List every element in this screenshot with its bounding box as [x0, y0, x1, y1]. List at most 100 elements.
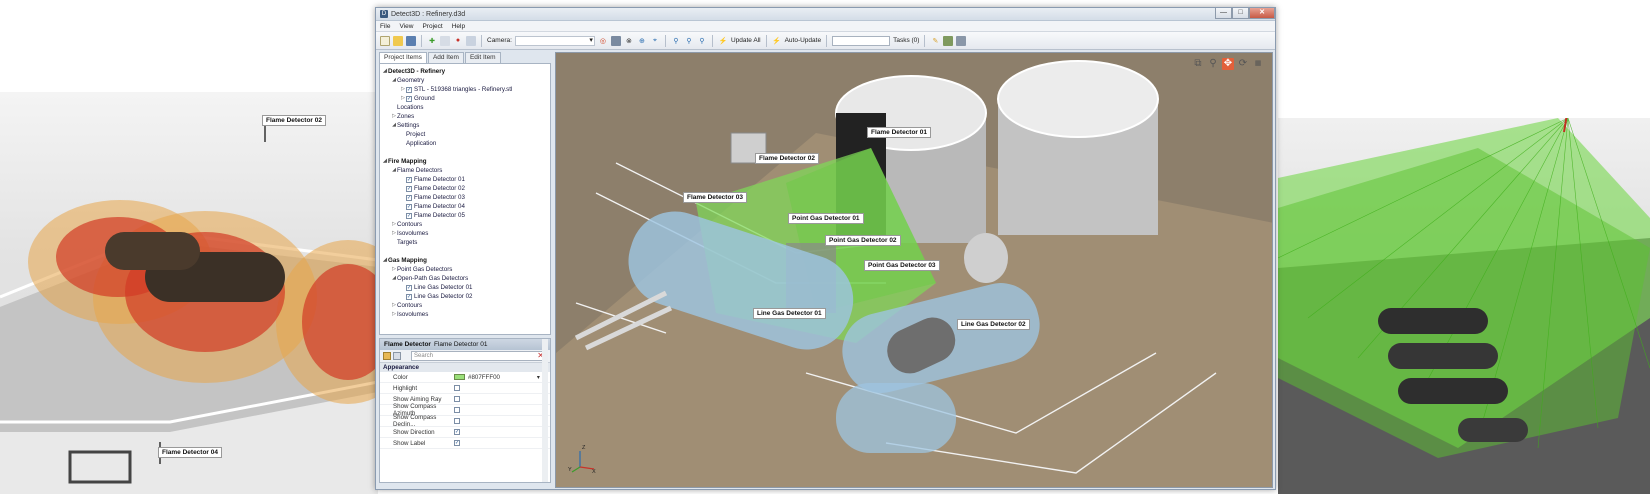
property-scrollbar[interactable]	[542, 339, 548, 482]
menu-view[interactable]: View	[399, 23, 413, 30]
tree-node[interactable]: ✓ Flame Detector 01	[382, 175, 548, 184]
record-icon[interactable]: ●	[453, 36, 463, 46]
auto-update-button[interactable]: Auto-Update	[785, 37, 822, 44]
tree-node[interactable]: ▷ ✓ STL - 519368 triangles - Refinery.stl	[382, 85, 548, 94]
view-grid-icon[interactable]: ▦	[1252, 58, 1264, 70]
tree-node[interactable]: ▷ Isovolumes	[382, 229, 548, 238]
pan-icon[interactable]: ✥	[1222, 58, 1234, 70]
menu-help[interactable]: Help	[452, 23, 465, 30]
tree-node[interactable]	[382, 247, 548, 256]
property-value[interactable]	[454, 407, 550, 413]
rotate-icon[interactable]: ⊕	[637, 36, 647, 46]
property-checkbox[interactable]: ✓	[454, 429, 460, 435]
property-value[interactable]: ✓	[454, 429, 550, 435]
screenshot-icon[interactable]	[610, 35, 621, 46]
tree-node[interactable]: Application	[382, 139, 548, 148]
tree-node[interactable]: ◢ Detect3D - Refinery	[382, 67, 548, 76]
property-value[interactable]	[454, 385, 550, 391]
orbit-icon[interactable]: ⟳	[1237, 58, 1249, 70]
tab-edit-item[interactable]: Edit Item	[464, 52, 501, 63]
minimize-button[interactable]: —	[1215, 7, 1232, 19]
tree-checkbox[interactable]: ✓	[406, 293, 412, 300]
category-appearance[interactable]: Appearance	[380, 363, 550, 372]
property-search-input[interactable]: Search ✕	[411, 351, 547, 361]
tree-node[interactable]: ✓ Flame Detector 04	[382, 202, 548, 211]
tree-node[interactable]: ◢ Fire Mapping	[382, 157, 548, 166]
snapshot-icon[interactable]: ⧉	[1192, 58, 1204, 70]
property-checkbox[interactable]	[454, 407, 460, 413]
property-checkbox[interactable]	[454, 396, 460, 402]
tree-checkbox[interactable]: ✓	[406, 212, 412, 219]
tree-checkbox[interactable]: ✓	[406, 203, 412, 210]
tree-node[interactable]: ✓ Flame Detector 05	[382, 211, 548, 220]
tree-checkbox[interactable]: ✓	[406, 86, 412, 93]
tree-node[interactable]: Project	[382, 130, 548, 139]
tree-checkbox[interactable]: ✓	[406, 194, 412, 201]
property-value[interactable]: ✓	[454, 440, 550, 446]
grid-icon[interactable]	[466, 35, 476, 46]
add-item-icon[interactable]: ✚	[427, 36, 437, 46]
property-checkbox[interactable]: ✓	[454, 440, 460, 446]
property-name: Show Compass Declin...	[393, 414, 437, 428]
tree-node[interactable]: Targets	[382, 238, 548, 247]
cancel-icon[interactable]: ⊗	[624, 36, 634, 46]
menu-file[interactable]: File	[380, 23, 390, 30]
tree-checkbox[interactable]: ✓	[406, 185, 412, 192]
property-row[interactable]: Show Compass Declin...	[380, 414, 550, 428]
zoom-in-icon[interactable]: ⚲	[671, 36, 681, 46]
tree-node[interactable]: ✓ Flame Detector 03	[382, 193, 548, 202]
zoom-fit-icon[interactable]: ⚲	[697, 36, 707, 46]
tree-node[interactable]: ◢ Geometry	[382, 76, 548, 85]
tree-node[interactable]: ▷ Contours	[382, 301, 548, 310]
report-icon[interactable]	[956, 35, 967, 46]
save-icon[interactable]	[406, 35, 416, 46]
property-checkbox[interactable]	[454, 385, 460, 391]
tree-node[interactable]: ◢ Open-Path Gas Detectors	[382, 274, 548, 283]
property-checkbox[interactable]	[454, 418, 460, 424]
tree-node[interactable]: ▷ Isovolumes	[382, 310, 548, 319]
property-row[interactable]: Show Direction ✓	[380, 427, 550, 438]
update-all-button[interactable]: Update All	[731, 37, 761, 44]
tree-node[interactable]: ◢ Settings	[382, 121, 548, 130]
3d-viewport[interactable]: ⧉ ⚲ ✥ ⟳ ▦ Flame Detector 01 Flame Detect…	[555, 52, 1273, 488]
tree-node[interactable]: ▷ Point Gas Detectors	[382, 265, 548, 274]
property-row[interactable]: Show Label ✓	[380, 438, 550, 449]
categorized-icon[interactable]	[383, 352, 391, 360]
tree-node[interactable]: ✓ Flame Detector 02	[382, 184, 548, 193]
menu-project[interactable]: Project	[422, 23, 442, 30]
tree-node[interactable]	[382, 148, 548, 157]
tree-node[interactable]: ◢ Flame Detectors	[382, 166, 548, 175]
tree-node[interactable]: ✓ Line Gas Detector 01	[382, 283, 548, 292]
dropdown-arrow-icon[interactable]: ▾	[537, 374, 540, 381]
pencil-icon[interactable]: ✎	[930, 36, 940, 46]
tab-project-items[interactable]: Project Items	[379, 52, 427, 63]
target-icon[interactable]: ◎	[598, 36, 608, 46]
maximize-button[interactable]: □	[1232, 7, 1249, 19]
camera-select[interactable]	[514, 35, 595, 46]
property-value[interactable]	[454, 418, 550, 424]
tree-checkbox[interactable]: ✓	[406, 95, 412, 102]
tree-node[interactable]: ✓ Line Gas Detector 02	[382, 292, 548, 301]
fit-icon[interactable]: ⌖	[650, 36, 660, 46]
property-row[interactable]: Color #807FFF00 ▾	[380, 372, 550, 383]
tree-node[interactable]: ◢ Gas Mapping	[382, 256, 548, 265]
tree-checkbox[interactable]: ✓	[406, 176, 412, 183]
new-project-icon[interactable]	[380, 35, 390, 46]
tree-node[interactable]: ▷ Zones	[382, 112, 548, 121]
copy-icon[interactable]	[440, 35, 450, 46]
tree-node[interactable]: ▷ ✓ Ground	[382, 94, 548, 103]
open-folder-icon[interactable]	[393, 35, 403, 46]
property-row[interactable]: Highlight	[380, 383, 550, 394]
close-button[interactable]: ✕	[1249, 7, 1275, 19]
zoom-icon[interactable]: ⚲	[1207, 58, 1219, 70]
tab-add-item[interactable]: Add Item	[427, 52, 464, 63]
tree-node[interactable]: Locations	[382, 103, 548, 112]
sort-alpha-icon[interactable]	[393, 352, 401, 360]
property-value[interactable]: #807FFF00 ▾	[454, 374, 550, 381]
zoom-out-icon[interactable]: ⚲	[684, 36, 694, 46]
layers-icon[interactable]	[943, 35, 954, 46]
tree-checkbox[interactable]: ✓	[406, 284, 412, 291]
tree-node[interactable]: ▷ Contours	[382, 220, 548, 229]
property-value[interactable]	[454, 396, 550, 402]
title-bar[interactable]: D Detect3D : Refinery.d3d — □ ✕	[376, 7, 1275, 21]
